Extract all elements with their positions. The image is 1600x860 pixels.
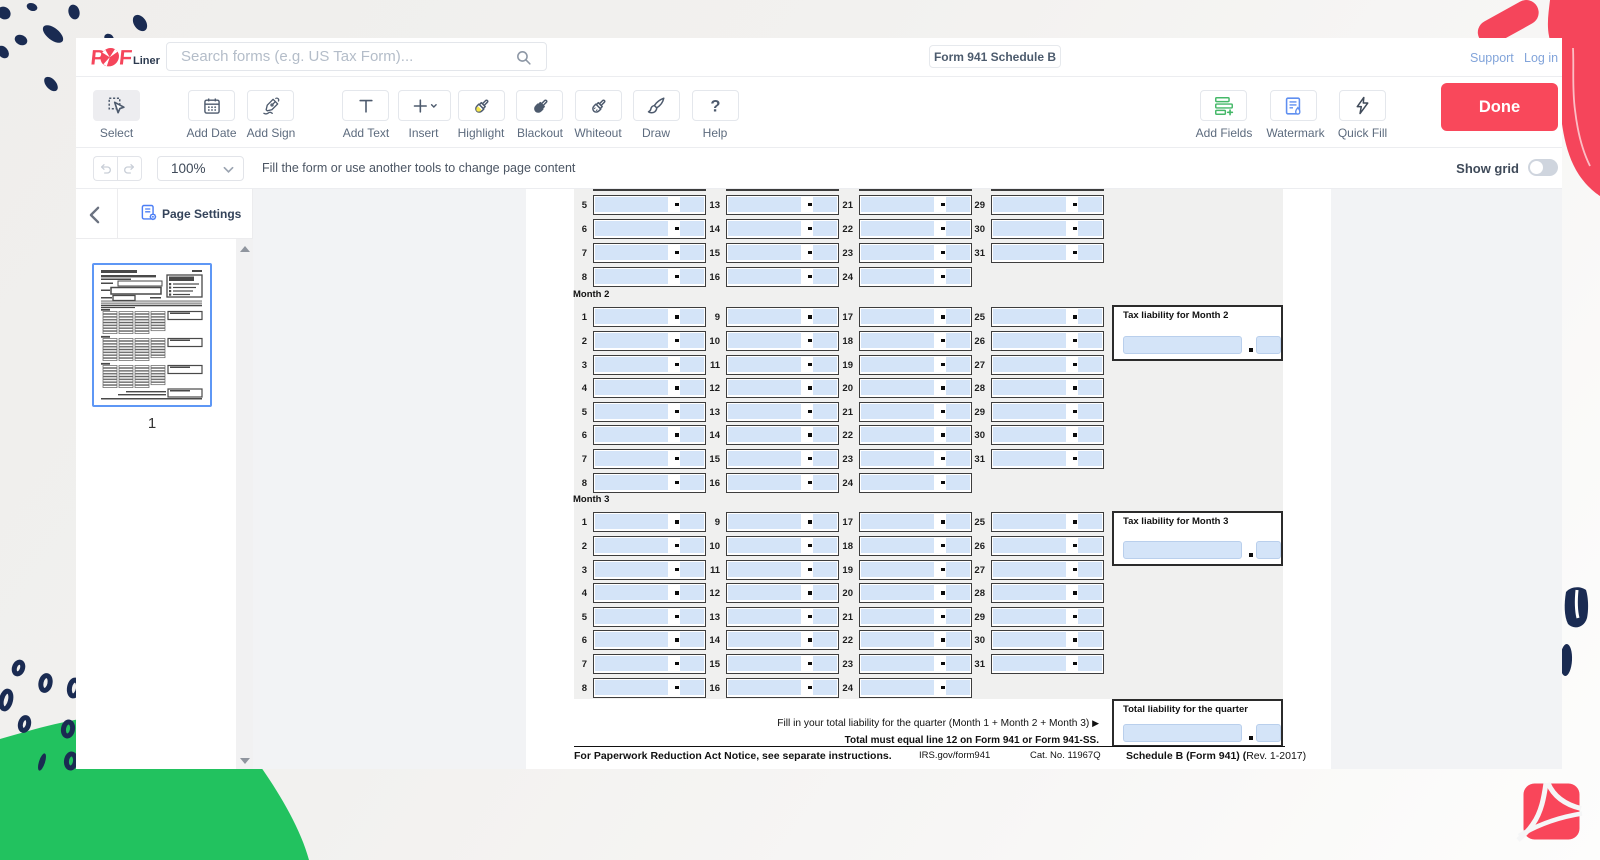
svg-text:Liner: Liner <box>133 55 160 67</box>
svg-text:?: ? <box>711 97 721 115</box>
svg-text:F: F <box>118 47 133 69</box>
